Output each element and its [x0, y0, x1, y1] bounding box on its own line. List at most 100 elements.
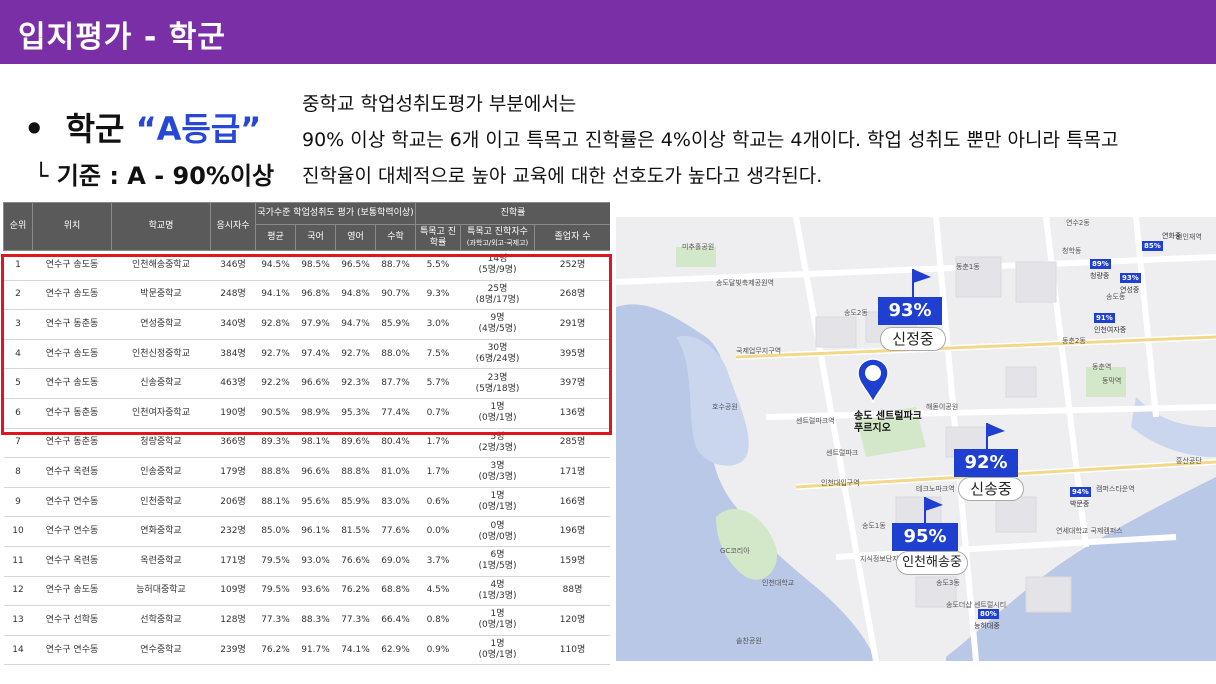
cell-graduates: 285명 [534, 428, 610, 459]
cell-special-count-breakdown: (1명/5명) [478, 561, 517, 572]
cell-school: 연화중학교 [111, 516, 211, 547]
cell-math: 62.9% [375, 635, 416, 666]
cell-applicants: 384명 [210, 339, 256, 370]
cell-korean: 96.6% [295, 368, 336, 399]
cell-special-rate: 0.9% [415, 635, 461, 666]
cell-special-count: 14명 (5명/9명) [460, 250, 535, 281]
school-name-pill[interactable]: 신정중 [880, 327, 946, 351]
cell-rank: 4 [3, 339, 33, 370]
cell-applicants: 340명 [210, 309, 256, 340]
cell-avg: 88.8% [255, 457, 296, 488]
map-place-label: 센트럴파크역 [796, 417, 835, 425]
cell-math: 88.0% [375, 339, 416, 370]
header-rank: 순위 [3, 202, 33, 251]
cell-math: 87.7% [375, 368, 416, 399]
school-name-pill[interactable]: 인천해송중 [896, 551, 968, 575]
grade-criteria: └ 기준 : A - 90%이상 [34, 162, 275, 190]
cell-applicants: 232명 [210, 516, 256, 547]
cell-avg: 79.5% [255, 576, 296, 607]
cell-graduates: 252명 [534, 250, 610, 281]
cell-graduates: 268명 [534, 280, 610, 311]
cell-location: 연수구 송도동 [32, 250, 112, 281]
school-table: 순위 위치 학교명 응시자수 국가수준 학업성취도 평가 (보통학력이상) 진학… [3, 202, 610, 672]
mini-school-label: 연성중 [1120, 286, 1140, 294]
header-math: 수학 [375, 224, 416, 251]
cell-graduates: 159명 [534, 546, 610, 577]
cell-english: 95.3% [335, 398, 376, 429]
cell-math: 77.6% [375, 516, 416, 547]
table-row: 12 연수구 송도동 능허대중학교 109명 79.5% 93.6% 76.2% 68.8% 4… [3, 576, 610, 607]
map-place-label: 테크노파크역 [916, 485, 955, 493]
mini-school-label: 능허대중 [974, 622, 1000, 630]
cell-graduates: 110명 [534, 635, 610, 666]
cell-special-rate: 9.3% [415, 280, 461, 311]
cell-location: 연수구 옥련동 [32, 546, 112, 577]
map-place-label: 연세대학교 국제캠퍼스 [1056, 527, 1123, 535]
header-location: 위치 [32, 202, 112, 251]
cell-location: 연수구 동춘동 [32, 428, 112, 459]
cell-rank: 3 [3, 309, 33, 340]
map-place-label: 송도2동 [844, 309, 868, 317]
location-map[interactable]: 연수2동 원인재역 청학동 동춘1동 송도달빛축제공원역 송도2동 국제업무지구역 센트럴파크… [616, 217, 1216, 661]
map-place-label: 센트럴파크 [826, 449, 859, 457]
grade-summary: • 학군 “A등급” [24, 104, 261, 150]
flag-icon [924, 497, 943, 525]
header-special-count-main: 특목고 진학자수 [467, 226, 528, 237]
header-group-national: 국가수준 학업성취도 평가 (보통학력이상) [255, 202, 416, 225]
map-place-label: 해돋이공원 [926, 403, 959, 411]
cell-graduates: 88명 [534, 576, 610, 607]
cell-location: 연수구 송도동 [32, 280, 112, 311]
map-place-label: 송도달빛축제공원역 [716, 279, 774, 287]
cell-english: 77.3% [335, 605, 376, 636]
cell-school: 인천여자중학교 [111, 398, 211, 429]
cell-english: 96.5% [335, 250, 376, 281]
header-group-admission: 진학률 [414, 202, 610, 225]
school-name-pill[interactable]: 신송중 [958, 477, 1024, 501]
cell-applicants: 366명 [210, 428, 256, 459]
cell-school: 인천해송중학교 [111, 250, 211, 281]
cell-school: 연성중학교 [111, 309, 211, 340]
cell-math: 88.7% [375, 250, 416, 281]
cell-special-count-total: 5명 [490, 431, 505, 442]
mini-school-badge: 93% [1120, 273, 1141, 283]
cell-math: 69.0% [375, 546, 416, 577]
cell-special-count: 23명 (5명/18명) [460, 368, 535, 399]
cell-korean: 96.1% [295, 516, 336, 547]
cell-math: 77.4% [375, 398, 416, 429]
table-row: 6 연수구 동춘동 인천여자중학교 190명 90.5% 98.9% 95.3% 77.4% 0… [3, 398, 610, 429]
table-row: 13 연수구 선학동 선학중학교 128명 77.3% 88.3% 77.3% 66.4% 0.… [3, 605, 610, 636]
description-line: 90% 이상 학교는 6개 이고 특목고 진학률은 4%이상 학교는 4개이다.… [302, 129, 1119, 151]
cell-school: 선학중학교 [111, 605, 211, 636]
bullet: • [24, 110, 45, 148]
cell-special-count-breakdown: (0명/1명) [478, 650, 517, 661]
cell-korean: 97.4% [295, 339, 336, 370]
cell-school: 옥련중학교 [111, 546, 211, 577]
cell-special-rate: 0.8% [415, 605, 461, 636]
cell-special-rate: 7.5% [415, 339, 461, 370]
table-row: 1 연수구 송도동 인천해송중학교 346명 94.5% 98.5% 96.5% 88.7% 5… [3, 250, 610, 281]
cell-avg: 94.5% [255, 250, 296, 281]
cell-special-count-breakdown: (1명/3명) [478, 590, 517, 601]
table-row: 11 연수구 옥련동 옥련중학교 171명 79.5% 93.0% 76.6% 69.0% 3.… [3, 546, 610, 577]
cell-school: 박문중학교 [111, 280, 211, 311]
cell-special-count-breakdown: (5명/9명) [478, 265, 517, 276]
map-place-label: 인천대학교 [762, 579, 795, 587]
cell-rank: 12 [3, 576, 33, 607]
cell-avg: 92.8% [255, 309, 296, 340]
table-row: 7 연수구 동춘동 청량중학교 366명 89.3% 98.1% 89.6% 80.4% 1.7… [3, 428, 610, 459]
cell-location: 연수구 연수동 [32, 635, 112, 666]
cell-location: 연수구 옥련동 [32, 457, 112, 488]
cell-special-count-breakdown: (0명/3명) [478, 472, 517, 483]
cell-special-rate: 1.7% [415, 428, 461, 459]
cell-special-rate: 1.7% [415, 457, 461, 488]
cell-special-count-total: 14명 [487, 254, 508, 265]
table-row: 2 연수구 송도동 박문중학교 248명 94.1% 96.8% 94.8% 90.7% 9.3… [3, 280, 610, 311]
map-place-label: 캠퍼스타운역 [1096, 485, 1135, 493]
cell-special-count-total: 9명 [490, 313, 505, 324]
cell-applicants: 171명 [210, 546, 256, 577]
map-place-label: 동춘역 [1092, 363, 1112, 371]
mini-school-badge: 94% [1070, 487, 1091, 497]
map-place-label: 청학동 [1062, 247, 1082, 255]
cell-rank: 6 [3, 398, 33, 429]
map-place-label: 동막역 [1102, 377, 1122, 385]
